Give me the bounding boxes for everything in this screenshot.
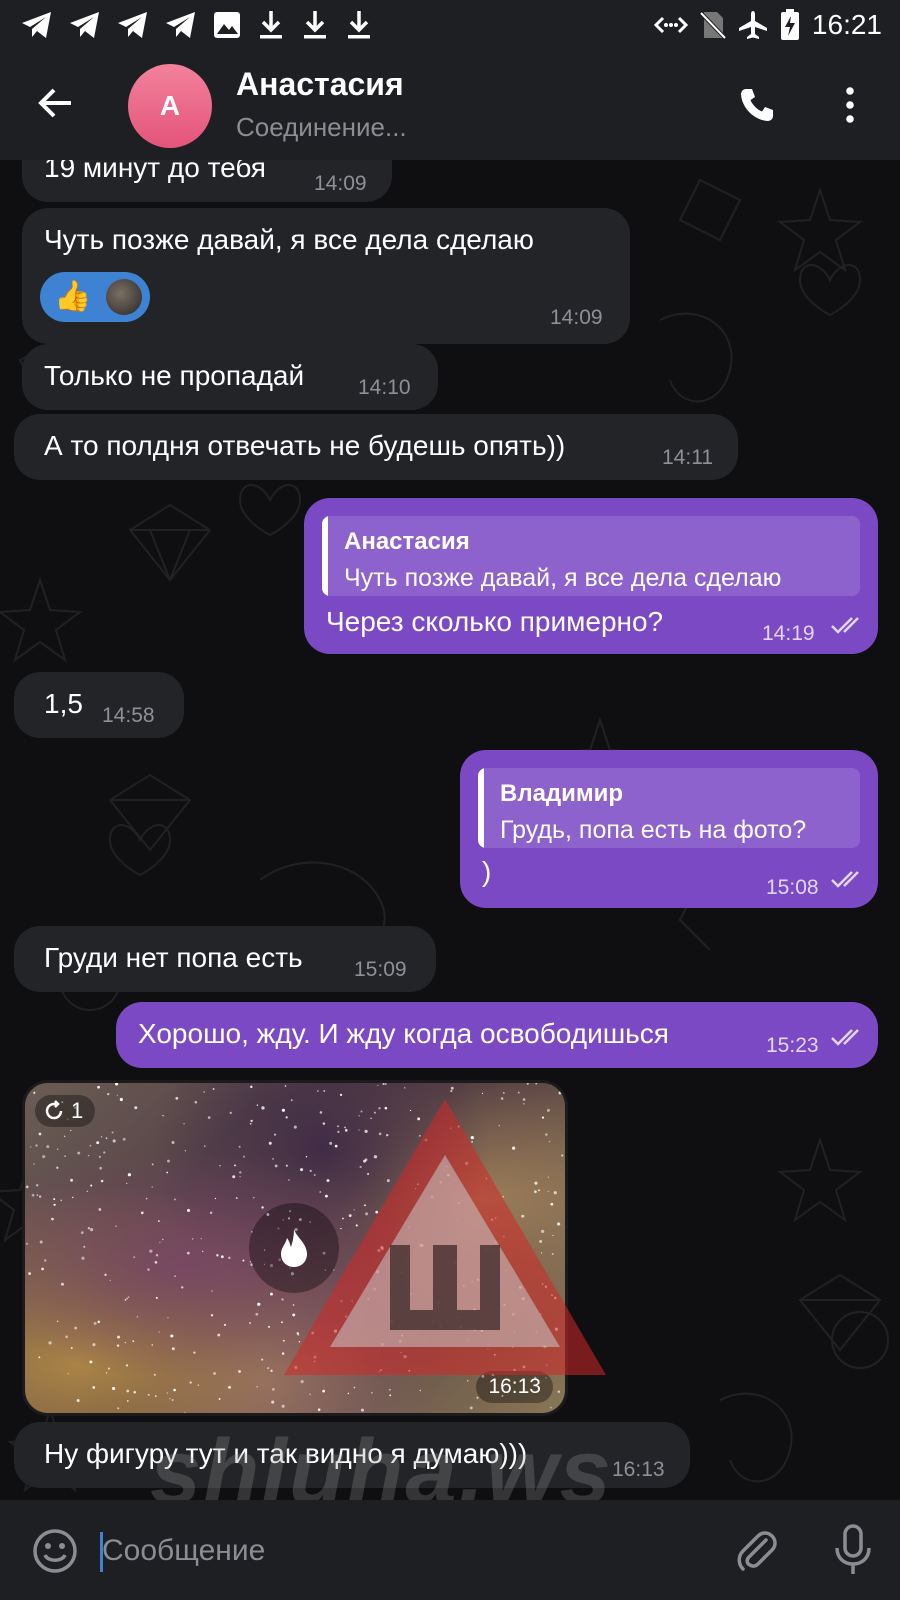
message-time: 16:13 xyxy=(612,1458,665,1481)
reaction-chip[interactable]: 👍 xyxy=(40,272,150,322)
message-time: 14:58 xyxy=(102,704,155,727)
contact-name[interactable]: Анастасия xyxy=(236,66,404,103)
more-options-button[interactable] xyxy=(830,80,870,130)
data-saver-icon xyxy=(653,16,688,34)
message-text: Через сколько примерно? xyxy=(326,606,664,637)
clock: 16:21 xyxy=(811,9,882,40)
telegram-icon xyxy=(166,12,195,38)
download-icon xyxy=(348,11,370,39)
telegram-icon xyxy=(118,12,147,38)
arrow-left-icon xyxy=(38,88,71,118)
chat-header: А Анастасия Соединение... xyxy=(0,50,900,160)
reply-preview[interactable]: Анастасия Чуть позже давай, я все дела с… xyxy=(322,516,860,596)
download-icon xyxy=(260,11,282,39)
double-check-icon xyxy=(831,1029,859,1046)
message-text: Только не пропадай xyxy=(44,360,305,391)
view-once-counter: 1 xyxy=(35,1095,96,1127)
message-time: 14:11 xyxy=(662,446,713,469)
message-text: ) xyxy=(482,856,492,887)
telegram-icon xyxy=(70,12,99,38)
message-bubble[interactable]: Анастасия Чуть позже давай, я все дела с… xyxy=(304,498,878,654)
notification-icons xyxy=(20,8,374,42)
message-bubble[interactable]: Владимир Грудь, попа есть на фото? ) 15:… xyxy=(460,750,878,908)
emoji-button[interactable] xyxy=(30,1526,80,1576)
watermark-logo xyxy=(284,1099,606,1375)
call-button[interactable] xyxy=(732,80,782,130)
reply-text: Грудь, попа есть на фото? xyxy=(500,816,807,844)
download-icon xyxy=(304,11,326,39)
attach-button[interactable] xyxy=(732,1526,782,1576)
message-time: 14:10 xyxy=(358,376,411,399)
microphone-button[interactable] xyxy=(828,1522,878,1578)
message-text: Хорошо, жду. И жду когда освободишься xyxy=(138,1018,669,1049)
battery-charging-icon xyxy=(780,9,799,40)
reply-author: Владимир xyxy=(500,780,624,807)
watermark-text: shluha.ws xyxy=(150,1421,613,1500)
message-bubble[interactable]: Хорошо, жду. И жду когда освободишься 15… xyxy=(116,1002,878,1068)
phone-icon xyxy=(741,89,773,121)
message-time: 15:23 xyxy=(766,1034,819,1057)
reply-preview[interactable]: Владимир Грудь, попа есть на фото? xyxy=(478,768,860,848)
reactor-avatar xyxy=(104,277,144,317)
message-time: 15:08 xyxy=(766,876,819,899)
message-list[interactable]: 19 минут до тебя 14:09 Чуть позже давай,… xyxy=(0,160,900,1500)
no-sim-icon xyxy=(699,11,726,40)
message-input[interactable] xyxy=(102,1528,702,1574)
view-count: 1 xyxy=(71,1098,84,1123)
message-text: А то полдня отвечать не будешь опять)) xyxy=(44,430,566,461)
message-text: Чуть позже давай, я все дела сделаю xyxy=(44,224,534,255)
reply-author: Анастасия xyxy=(344,528,470,555)
message-text: 19 минут до тебя xyxy=(44,160,266,183)
airplane-icon xyxy=(738,11,767,39)
double-check-icon xyxy=(831,617,859,634)
reply-text: Чуть позже давай, я все дела сделаю xyxy=(344,564,782,592)
message-bubble[interactable]: Груди нет попа есть 15:09 xyxy=(14,926,436,992)
message-bubble[interactable]: 19 минут до тебя 14:09 xyxy=(22,160,392,202)
message-time: 15:09 xyxy=(354,958,407,981)
avatar[interactable]: А xyxy=(128,64,212,148)
more-vertical-icon xyxy=(846,87,854,123)
message-bubble[interactable]: 1,5 14:58 xyxy=(14,672,184,738)
message-time: 14:09 xyxy=(314,172,367,195)
refresh-icon xyxy=(45,1100,63,1120)
connection-status: Соединение... xyxy=(236,112,407,142)
message-bubble[interactable]: Только не пропадай 14:10 xyxy=(22,344,438,410)
message-bubble[interactable]: Чуть позже давай, я все дела сделаю 👍 14… xyxy=(22,208,630,344)
back-button[interactable] xyxy=(30,78,80,128)
telegram-icon xyxy=(22,12,51,38)
reply-bar xyxy=(478,768,484,848)
double-check-icon xyxy=(831,871,859,888)
message-text: Груди нет попа есть xyxy=(44,942,303,973)
status-bar: 16:21 xyxy=(0,0,900,50)
message-composer xyxy=(0,1500,900,1600)
system-icons: 16:21 xyxy=(653,8,882,42)
message-bubble[interactable]: А то полдня отвечать не будешь опять)) 1… xyxy=(14,414,738,480)
gallery-icon xyxy=(214,12,240,38)
message-text: 1,5 xyxy=(44,688,83,719)
reply-bar xyxy=(322,516,328,596)
message-time: 14:09 xyxy=(550,306,603,329)
thumbs-up-icon: 👍 xyxy=(54,280,92,313)
message-time: 14:19 xyxy=(762,622,815,645)
